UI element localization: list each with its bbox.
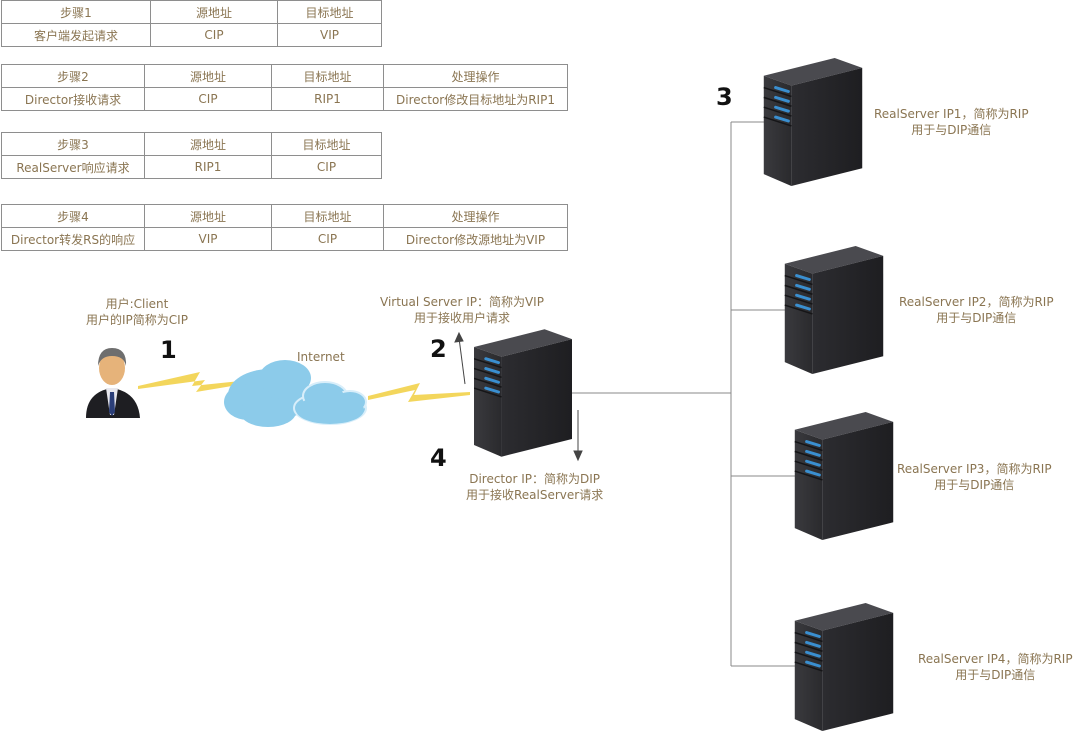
realserver-label-line1: RealServer IP3，简称为RIP	[897, 462, 1052, 476]
step-number-4: 4	[430, 444, 447, 472]
client-label: 用户:Client 用户的IP简称为CIP	[86, 296, 188, 328]
vip-label-line2: 用于接收用户请求	[413, 311, 510, 325]
network-lines	[572, 121, 796, 667]
dip-label-line1: Director IP：简称为DIP	[469, 472, 601, 486]
realserver-3-label: RealServer IP3，简称为RIP 用于与DIP通信	[897, 461, 1052, 493]
realserver-2-icon	[784, 246, 884, 374]
realserver-label-line2: 用于与DIP通信	[955, 668, 1036, 682]
realserver-label-line2: 用于与DIP通信	[936, 311, 1017, 325]
dip-label: Director IP：简称为DIP 用于接收RealServer请求	[466, 471, 603, 503]
realserver-label-line1: RealServer IP4，简称为RIP	[918, 652, 1073, 666]
realserver-label-line1: RealServer IP2，简称为RIP	[899, 295, 1054, 309]
step-number-3: 3	[716, 83, 733, 111]
realserver-4-icon	[794, 603, 894, 731]
client-label-line2: 用户的IP简称为CIP	[86, 313, 188, 327]
realserver-1-icon	[763, 58, 863, 186]
internet-cloud-icon	[224, 360, 367, 427]
realserver-label-line2: 用于与DIP通信	[911, 123, 992, 137]
internet-label: Internet	[297, 350, 345, 364]
client-user-icon	[86, 348, 140, 418]
vip-label-line1: Virtual Server IP：简称为VIP	[380, 295, 544, 309]
realserver-label-line1: RealServer IP1，简称为RIP	[874, 107, 1029, 121]
client-label-line1: 用户:Client	[105, 297, 169, 311]
realserver-1-label: RealServer IP1，简称为RIP 用于与DIP通信	[874, 106, 1029, 138]
realserver-3-icon	[794, 412, 894, 540]
director-server-icon	[474, 329, 572, 457]
step-number-1: 1	[160, 336, 177, 364]
step-number-2: 2	[430, 335, 447, 363]
realserver-2-label: RealServer IP2，简称为RIP 用于与DIP通信	[899, 294, 1054, 326]
dip-label-line2: 用于接收RealServer请求	[466, 488, 604, 502]
realserver-4-label: RealServer IP4，简称为RIP 用于与DIP通信	[918, 651, 1073, 683]
vip-arrow	[454, 331, 466, 385]
vip-label: Virtual Server IP：简称为VIP 用于接收用户请求	[380, 294, 544, 326]
lightning-internet-director	[368, 383, 470, 402]
dip-arrow	[573, 410, 583, 462]
realserver-label-line2: 用于与DIP通信	[934, 478, 1015, 492]
